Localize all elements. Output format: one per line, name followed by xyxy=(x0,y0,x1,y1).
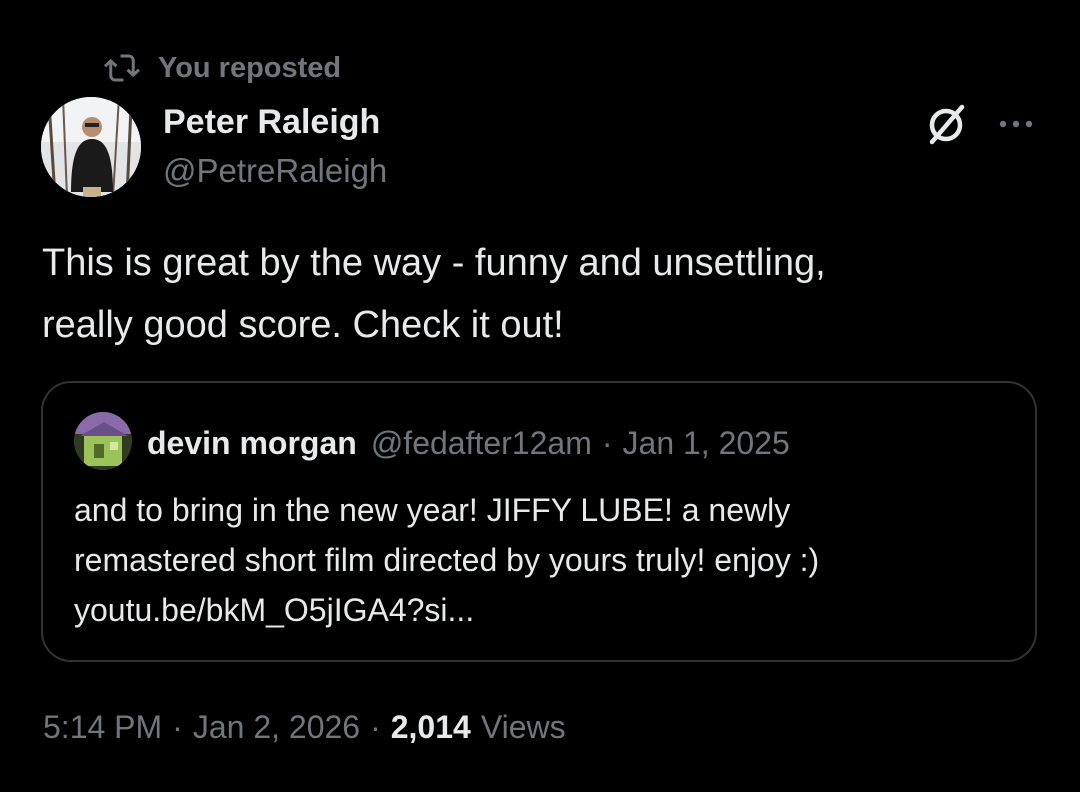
post-text: This is great by the way - funny and uns… xyxy=(42,232,1032,356)
quoted-text-line: and to bring in the new year! JIFFY LUBE… xyxy=(74,492,791,528)
post-date[interactable]: Jan 2, 2026 xyxy=(193,709,360,746)
post-meta: 5:14 PM · Jan 2, 2026 · 2,014 Views xyxy=(43,704,566,750)
repost-label: You reposted xyxy=(158,51,342,84)
quoted-post-card[interactable]: devin morgan @fedafter12am · Jan 1, 2025… xyxy=(41,381,1037,662)
author-avatar[interactable] xyxy=(41,97,141,197)
post-text-line: This is great by the way - funny and uns… xyxy=(42,242,826,284)
views-count: 2,014 xyxy=(390,708,471,745)
more-options-icon[interactable] xyxy=(990,98,1042,150)
repost-icon xyxy=(104,53,140,83)
quoted-text-line: remastered short film directed by yours … xyxy=(74,542,820,578)
repost-indicator[interactable]: You reposted xyxy=(104,48,341,88)
quoted-author-name[interactable]: devin morgan xyxy=(147,425,357,462)
post-text-line: really good score. Check it out! xyxy=(42,304,564,346)
quoted-link[interactable]: youtu.be/bkM_O5jIGA4?si... xyxy=(74,585,1014,635)
quoted-author-avatar[interactable] xyxy=(74,412,132,470)
quoted-post-date[interactable]: Jan 1, 2025 xyxy=(623,425,790,462)
author-handle[interactable]: @PetreRaleigh xyxy=(163,149,387,193)
separator-dot: · xyxy=(172,708,183,745)
separator-dot: · xyxy=(601,424,613,461)
quoted-post-header: devin morgan @fedafter12am · Jan 1, 2025 xyxy=(147,421,790,465)
grok-icon[interactable] xyxy=(920,98,972,150)
separator-dot: · xyxy=(370,708,381,745)
quoted-post-text: and to bring in the new year! JIFFY LUBE… xyxy=(74,485,1014,635)
author-name[interactable]: Peter Raleigh xyxy=(163,100,380,144)
views-label: Views xyxy=(480,708,566,745)
quoted-author-handle[interactable]: @fedafter12am xyxy=(371,425,592,462)
post-time[interactable]: 5:14 PM xyxy=(43,709,162,746)
